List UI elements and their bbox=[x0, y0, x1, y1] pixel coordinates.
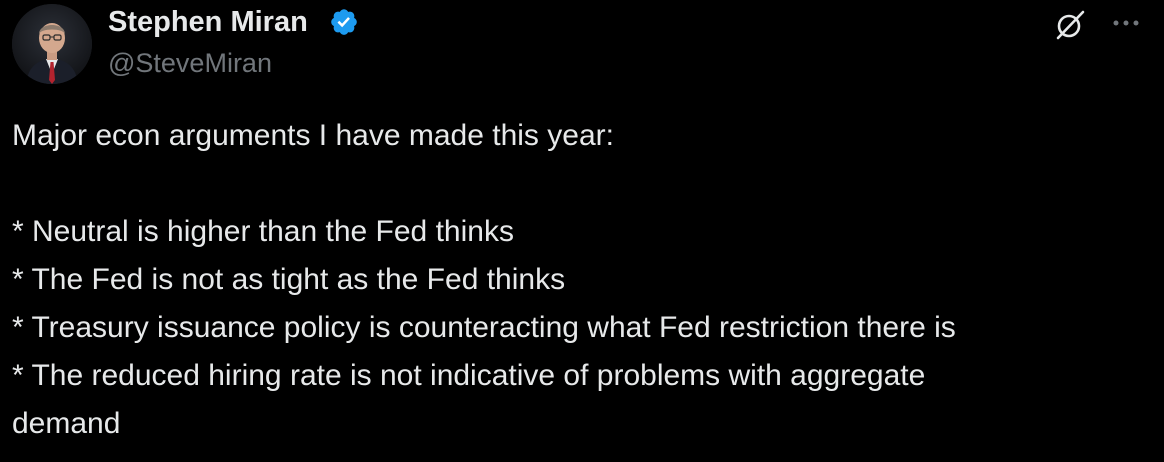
more-options-icon[interactable] bbox=[1110, 16, 1142, 30]
avatar-photo bbox=[12, 4, 92, 84]
bullet-item: * The reduced hiring rate is not indicat… bbox=[12, 359, 926, 392]
tweet-intro: Major econ arguments I have made this ye… bbox=[12, 119, 614, 152]
tweet-text: Major econ arguments I have made this ye… bbox=[12, 112, 1152, 448]
avatar[interactable] bbox=[12, 4, 92, 84]
bullet-continuation: demand bbox=[12, 407, 121, 440]
verified-badge-icon[interactable] bbox=[329, 7, 359, 37]
grok-icon[interactable] bbox=[1053, 8, 1087, 42]
display-name[interactable]: Stephen Miran bbox=[108, 4, 308, 40]
tweet: Stephen Miran @SteveMiran Major econ arg… bbox=[0, 0, 1164, 462]
bullet-item: * Treasury issuance policy is counteract… bbox=[12, 311, 956, 344]
bullet-item: * The Fed is not as tight as the Fed thi… bbox=[12, 263, 566, 296]
user-handle[interactable]: @SteveMiran bbox=[108, 46, 272, 80]
bullet-item: * Neutral is higher than the Fed thinks bbox=[12, 215, 514, 248]
